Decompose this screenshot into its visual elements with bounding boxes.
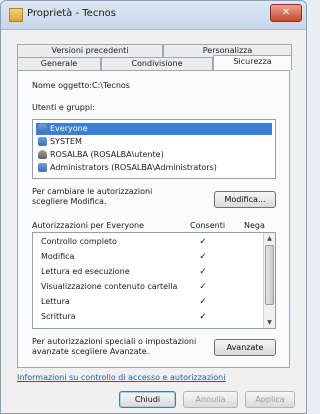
close-dialog-button[interactable]: Chiudi (119, 391, 176, 408)
apply-button[interactable]: Applica (245, 391, 295, 408)
list-item-label: SYSTEM (50, 137, 82, 146)
folder-icon (9, 8, 23, 22)
groups-label: Utenti e gruppi: (32, 103, 95, 112)
allow-check-icon: ✓ (199, 282, 207, 292)
permissions-list[interactable]: Controllo completo ✓ Modifica ✓ Lettura … (32, 232, 276, 329)
permission-row: Lettura ✓ (33, 296, 263, 308)
list-item-label: Administrators (ROSALBA\Administrators) (50, 163, 217, 172)
title-bar: Proprietà - Tecnos ✕ (1, 1, 306, 30)
advanced-hint-line1: Per autorizzazioni speciali o impostazio… (32, 337, 197, 346)
advanced-hint-line2: avanzate scegliere Avanzate. (32, 347, 150, 356)
scroll-down-arrow-icon[interactable]: ▼ (264, 317, 275, 328)
tab-sharing[interactable]: Condivisione (101, 57, 213, 70)
group-icon (38, 137, 47, 146)
permissions-header: Autorizzazioni per Everyone (32, 221, 144, 230)
permission-row: Scrittura ✓ (33, 311, 263, 323)
group-icon (38, 124, 47, 133)
advanced-button[interactable]: Avanzate (214, 339, 276, 356)
permission-name: Scrittura (41, 312, 76, 321)
allow-check-icon: ✓ (199, 312, 207, 322)
security-panel: Nome oggetto: C:\Tecnos Utenti e gruppi:… (17, 70, 290, 368)
permission-name: Controllo completo (41, 237, 117, 246)
list-item-system[interactable]: SYSTEM (36, 136, 272, 148)
modify-hint-line1: Per cambiare le autorizzazioni (32, 187, 153, 196)
object-name-label: Nome oggetto: (32, 81, 92, 90)
cancel-button[interactable]: Annulla (183, 391, 238, 408)
modify-hint-line2: scegliere Modifica. (32, 197, 107, 206)
list-item-everyone[interactable]: Everyone (36, 123, 272, 135)
tab-security[interactable]: Sicurezza (213, 55, 292, 70)
allow-column-header: Consenti (190, 221, 226, 230)
list-item-label: Everyone (50, 124, 88, 133)
permission-row: Lettura ed esecuzione ✓ (33, 266, 263, 278)
allow-check-icon: ✓ (199, 267, 207, 277)
permission-name: Visualizzazione contenuto cartella (41, 282, 178, 291)
allow-check-icon: ✓ (199, 252, 207, 262)
user-icon (38, 150, 47, 159)
modify-button[interactable]: Modifica... (214, 191, 276, 208)
scroll-up-arrow-icon[interactable]: ▲ (264, 233, 275, 244)
permission-row: Visualizzazione contenuto cartella ✓ (33, 281, 263, 293)
group-icon (38, 163, 47, 172)
tab-row-2: Generale Condivisione Sicurezza (17, 55, 292, 70)
list-item-label: ROSALBA (ROSALBA\utente) (50, 150, 164, 159)
close-button[interactable]: ✕ (270, 4, 302, 22)
allow-check-icon: ✓ (199, 297, 207, 307)
groups-listbox[interactable]: Everyone SYSTEM ROSALBA (ROSALBA\utente)… (32, 119, 276, 179)
properties-window: Proprietà - Tecnos ✕ Versioni precedenti… (0, 0, 307, 414)
permission-name: Lettura (41, 297, 70, 306)
list-item-administrators[interactable]: Administrators (ROSALBA\Administrators) (36, 162, 272, 174)
permission-name: Lettura ed esecuzione (41, 267, 130, 276)
permission-row: Modifica ✓ (33, 251, 263, 263)
list-item-rosalba[interactable]: ROSALBA (ROSALBA\utente) (36, 149, 272, 161)
scrollbar-thumb[interactable] (265, 245, 274, 305)
allow-check-icon: ✓ (199, 237, 207, 247)
window-title: Proprietà - Tecnos (27, 8, 116, 19)
object-name-value: C:\Tecnos (92, 81, 130, 90)
permission-name: Modifica (41, 252, 75, 261)
permission-row: Controllo completo ✓ (33, 236, 263, 248)
tab-general[interactable]: Generale (17, 57, 101, 70)
deny-column-header: Nega (244, 221, 265, 230)
tab-previous-versions[interactable]: Versioni precedenti (17, 44, 163, 57)
permissions-scrollbar[interactable]: ▲ ▼ (263, 233, 275, 328)
access-control-help-link[interactable]: Informazioni su controllo di accesso e a… (17, 373, 225, 382)
